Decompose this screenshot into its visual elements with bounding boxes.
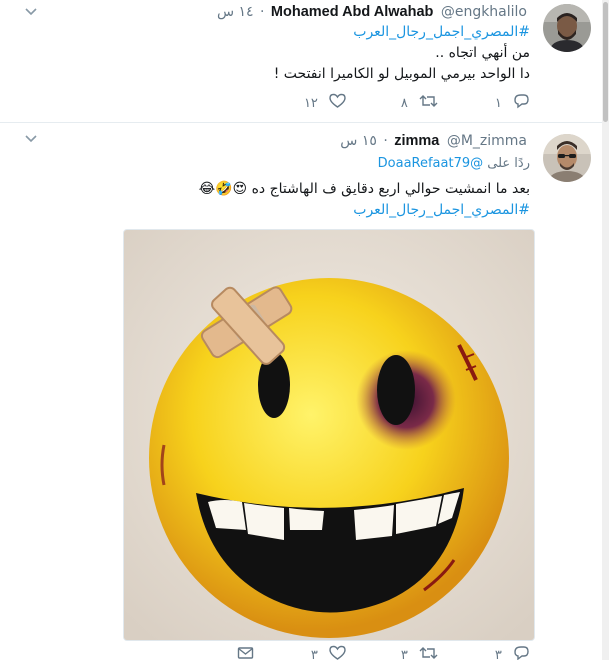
heart-icon — [324, 93, 346, 113]
hashtag-link[interactable]: #المصري_اجمل_رجال_العرب — [353, 202, 530, 218]
retweet-button[interactable]: ٣ — [401, 645, 438, 660]
hashtag-link[interactable]: #المصري_اجمل_رجال_العرب — [353, 24, 530, 40]
emoji-group: 😍🤣😂 — [198, 181, 248, 197]
chevron-down-icon[interactable] — [24, 5, 38, 19]
fullname[interactable]: Mohamed Abd Alwahab — [271, 4, 433, 20]
tweet-media-image[interactable] — [123, 229, 535, 641]
scrollbar-thumb[interactable] — [603, 2, 608, 122]
like-button[interactable]: ١٢ — [304, 93, 346, 113]
tweet-hashtag: #المصري_اجمل_رجال_العرب — [70, 22, 530, 43]
tweet-text-line: دا الواحد بيرمي الموبيل لو الكاميرا انفت… — [273, 66, 530, 82]
separator-dot: · — [383, 133, 388, 149]
timeline: Mohamed Abd Alwahab @engkhalilo · ١٤ س #… — [0, 0, 603, 660]
retweet-button[interactable]: ٨ — [401, 93, 438, 113]
retweet-count: ٣ — [400, 648, 408, 660]
reply-icon — [508, 646, 530, 660]
retweet-count: ٨ — [400, 96, 408, 111]
reply-button[interactable]: ١ — [495, 93, 530, 113]
tweet-header: Mohamed Abd Alwahab @engkhalilo · ١٤ س — [217, 2, 530, 22]
retweet-icon — [414, 94, 438, 113]
username[interactable]: @M_zimma — [447, 133, 527, 149]
reply-prefix: ردًا على — [487, 156, 530, 171]
reply-count: ١ — [494, 96, 502, 111]
tweet-actions: ١ ٨ ١٢ — [80, 93, 530, 113]
tweet-hashtag: #المصري_اجمل_رجال_العرب — [70, 200, 530, 221]
scrollbar[interactable] — [602, 0, 609, 660]
like-count: ١٢ — [303, 96, 318, 111]
like-count: ٣ — [310, 648, 318, 660]
avatar[interactable] — [543, 134, 591, 182]
timestamp[interactable]: ١٥ س — [340, 133, 377, 149]
envelope-icon — [237, 646, 254, 660]
reply-count: ٣ — [494, 648, 502, 660]
reply-icon — [508, 94, 530, 113]
chevron-down-icon[interactable] — [24, 132, 38, 146]
tweet[interactable]: Mohamed Abd Alwahab @engkhalilo · ١٤ س #… — [0, 0, 602, 123]
fullname[interactable]: zimma — [394, 133, 439, 149]
reply-to-link[interactable]: @DoaaRefaat79 — [378, 156, 484, 171]
retweet-icon — [414, 646, 438, 660]
heart-icon — [324, 645, 346, 660]
tweet-text-line: من أنهي اتجاه .. — [435, 45, 530, 61]
username[interactable]: @engkhalilo — [441, 4, 527, 20]
separator-dot: · — [260, 4, 265, 20]
tweet-text-line: بعد ما انمشيت حوالي اربع دقايق ف الهاشتا… — [70, 179, 530, 200]
like-button[interactable]: ٣ — [311, 645, 346, 660]
tweet-header: zimma @M_zimma · ١٥ س — [340, 131, 530, 151]
tweet-text: بعد ما انمشيت حوالي اربع دقايق ف الهاشتا… — [251, 181, 530, 197]
tweet-actions: ٣ ٣ ٣ — [80, 645, 530, 660]
bruised-smiley-image — [124, 230, 534, 640]
reply-context: ردًا على @DoaaRefaat79 — [378, 154, 530, 174]
dm-button[interactable] — [231, 645, 254, 660]
reply-button[interactable]: ٣ — [495, 645, 530, 660]
avatar[interactable] — [543, 4, 591, 52]
timestamp[interactable]: ١٤ س — [217, 4, 254, 20]
